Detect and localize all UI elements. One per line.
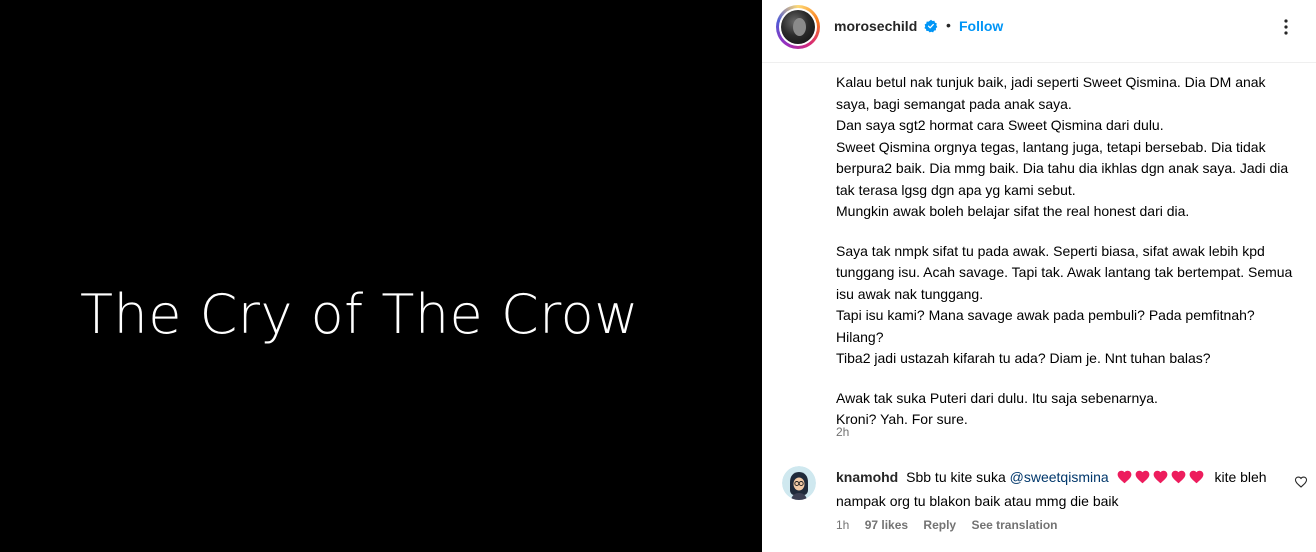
comment-item: knamohd Sbb tu kite suka @sweetqismina k… (762, 460, 1316, 552)
comment-mention-link[interactable]: @sweetqismina (1010, 469, 1109, 485)
heart-emoji-icon (1171, 470, 1185, 484)
heart-emoji-icon (1189, 470, 1203, 484)
post-header: morosechild • Follow (762, 0, 1316, 63)
more-options-icon[interactable] (1274, 15, 1298, 39)
commenter-username[interactable]: knamohd (836, 469, 898, 485)
post-media[interactable]: The Cry of The Crow (0, 0, 762, 552)
heart-emoji-group (1117, 469, 1207, 491)
see-translation-button[interactable]: See translation (971, 518, 1057, 532)
caption-paragraph: Saya tak nmpk sifat tu pada awak. Sepert… (836, 242, 1293, 367)
comment-body-start: Sbb tu kite suka (906, 469, 1006, 485)
media-title-text: The Cry of The Crow (80, 283, 639, 346)
follow-button[interactable]: Follow (959, 18, 1003, 34)
author-avatar-image (781, 10, 815, 44)
comment-meta: 1h 97 likes Reply See translation (836, 518, 1069, 532)
comment-timestamp[interactable]: 1h (836, 518, 849, 532)
commenter-avatar[interactable] (782, 466, 816, 500)
reply-button[interactable]: Reply (923, 518, 956, 532)
comment-text: knamohd Sbb tu kite suka @sweetqismina k… (836, 467, 1268, 512)
comment-likes-count[interactable]: 97 likes (865, 518, 908, 532)
author-username[interactable]: morosechild (834, 18, 917, 34)
verified-badge-icon (924, 19, 938, 33)
caption-paragraph: Awak tak suka Puteri dari dulu. Itu saja… (836, 389, 1158, 428)
heart-outline-icon[interactable] (1294, 475, 1308, 489)
post-side-panel: morosechild • Follow Kalau betul nak tun… (762, 0, 1316, 552)
header-separator: • (946, 17, 951, 33)
caption-timestamp[interactable]: 2h (836, 425, 849, 439)
author-avatar[interactable] (776, 5, 820, 49)
caption-paragraph: Kalau betul nak tunjuk baik, jadi sepert… (836, 74, 1289, 219)
post-caption: Kalau betul nak tunjuk baik, jadi sepert… (836, 72, 1296, 431)
heart-emoji-icon (1135, 470, 1149, 484)
heart-emoji-icon (1153, 470, 1167, 484)
heart-emoji-icon (1117, 470, 1131, 484)
